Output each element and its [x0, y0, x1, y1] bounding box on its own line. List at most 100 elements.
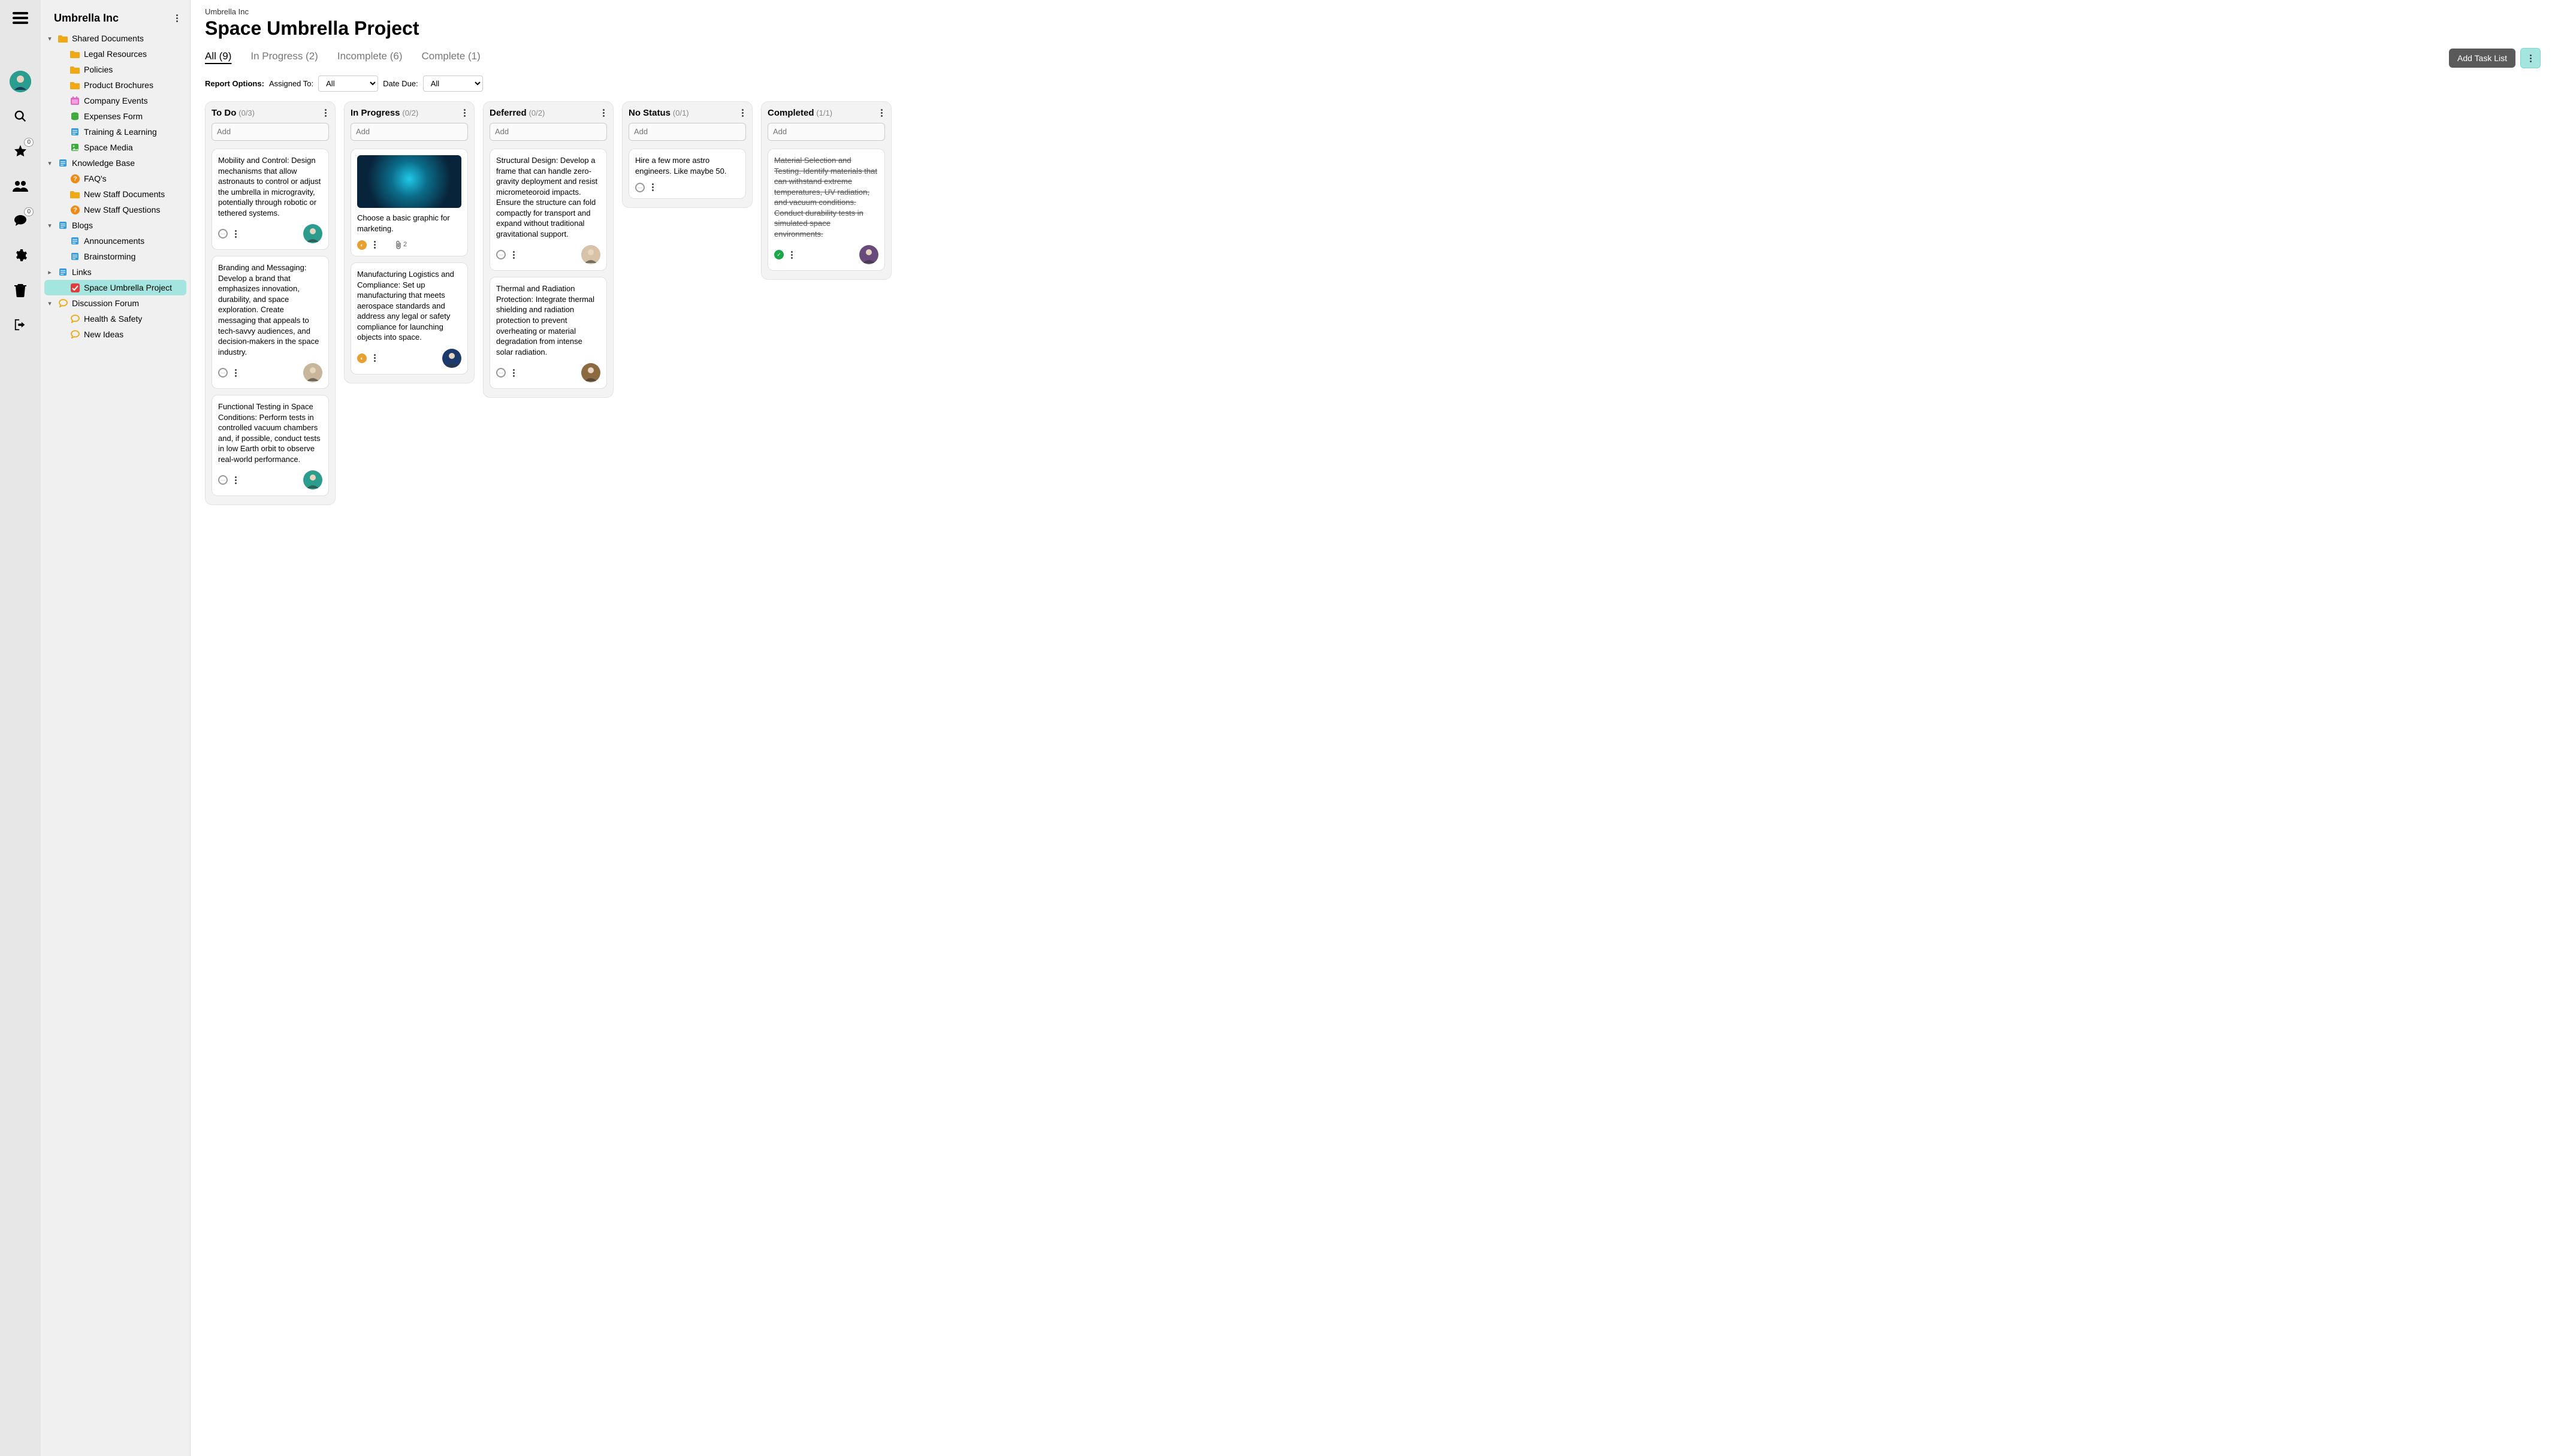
status-icon: ⋯ [635, 183, 645, 192]
folder-icon [70, 81, 80, 89]
column-title: Deferred [490, 108, 527, 118]
status-icon: ⋯ [496, 368, 506, 377]
filter-bar: Report Options: Assigned To: All Date Du… [205, 75, 2541, 92]
attachment-count: 2 [403, 240, 407, 249]
tree-node[interactable]: Company Events [41, 93, 190, 108]
tree-node[interactable]: ▾Shared Documents [41, 31, 190, 46]
menu-button[interactable] [8, 6, 32, 30]
column-menu-button[interactable] [600, 108, 607, 118]
tree-node[interactable]: ▸Links [41, 264, 190, 280]
card-menu-button[interactable] [650, 182, 656, 192]
trash-button[interactable] [8, 278, 32, 302]
task-card[interactable]: Branding and Messaging: Develop a brand … [212, 256, 329, 389]
org-menu-button[interactable] [174, 13, 180, 23]
favorites-button[interactable]: 0 [8, 139, 32, 163]
tree-node[interactable]: Product Brochures [41, 77, 190, 93]
tree-node[interactable]: Expenses Form [41, 108, 190, 124]
column-menu-button[interactable] [322, 108, 329, 118]
tree-node[interactable]: New Ideas [41, 327, 190, 342]
card-menu-button[interactable] [511, 250, 517, 260]
settings-button[interactable] [8, 243, 32, 267]
column-menu-button[interactable] [878, 108, 885, 118]
question-icon: ? [70, 174, 80, 183]
svg-text:?: ? [73, 176, 77, 183]
tree-node[interactable]: Space Umbrella Project [44, 280, 186, 295]
tree-node[interactable]: ▾ Discussion Forum [41, 295, 190, 311]
chat-icon [70, 315, 80, 323]
card-text: Hire a few more astro engineers. Like ma… [635, 155, 739, 176]
tree-node[interactable]: ▾Knowledge Base [41, 155, 190, 171]
status-icon: ◐ [357, 354, 367, 363]
assignee-avatar[interactable] [581, 245, 600, 264]
tab[interactable]: In Progress (2) [250, 50, 318, 62]
add-task-list-button[interactable]: Add Task List [2449, 49, 2515, 68]
add-task-input[interactable] [490, 123, 607, 141]
task-card[interactable]: Mobility and Control: Design mechanisms … [212, 149, 329, 250]
tab[interactable]: Complete (1) [422, 50, 481, 62]
card-menu-button[interactable] [232, 368, 239, 378]
assignee-avatar[interactable] [303, 470, 322, 490]
user-avatar[interactable] [8, 70, 32, 93]
card-menu-button[interactable] [372, 353, 378, 363]
date-due-select[interactable]: All [423, 75, 483, 92]
task-card[interactable]: Functional Testing in Space Conditions: … [212, 395, 329, 496]
card-menu-button[interactable] [372, 240, 378, 250]
assigned-to-select[interactable]: All [318, 75, 378, 92]
doc-icon [70, 128, 80, 136]
task-card[interactable]: Thermal and Radiation Protection: Integr… [490, 277, 607, 389]
people-button[interactable] [8, 174, 32, 198]
tree-node-label: Company Events [84, 96, 148, 105]
tree-node-label: Health & Safety [84, 314, 142, 324]
chat-button[interactable]: 0 [8, 209, 32, 232]
column-menu-button[interactable] [461, 108, 468, 118]
tree-node[interactable]: Health & Safety [41, 311, 190, 327]
tree-node[interactable]: Legal Resources [41, 46, 190, 62]
report-options-label: Report Options: [205, 79, 264, 88]
db-icon [70, 112, 80, 120]
card-menu-button[interactable] [232, 475, 239, 485]
add-task-input[interactable] [351, 123, 468, 141]
task-card[interactable]: Structural Design: Develop a frame that … [490, 149, 607, 271]
tree-node[interactable]: Space Media [41, 140, 190, 155]
main-content: Umbrella Inc Space Umbrella Project All … [191, 0, 2555, 1456]
caret-icon: ▾ [46, 300, 54, 307]
add-task-input[interactable] [629, 123, 746, 141]
folder-icon [70, 65, 80, 74]
card-menu-button[interactable] [232, 229, 239, 239]
card-menu-button[interactable] [789, 250, 795, 260]
assignee-avatar[interactable] [303, 363, 322, 382]
tree-node[interactable]: Announcements [41, 233, 190, 249]
board-menu-button[interactable] [2520, 48, 2541, 68]
task-card[interactable]: Hire a few more astro engineers. Like ma… [629, 149, 746, 199]
folder-icon [70, 190, 80, 198]
tab[interactable]: Incomplete (6) [337, 50, 403, 62]
task-card[interactable]: Material Selection and Testing. Identify… [768, 149, 885, 271]
column-menu-button[interactable] [739, 108, 746, 118]
assignee-avatar[interactable] [442, 349, 461, 368]
card-menu-button[interactable] [511, 368, 517, 378]
search-button[interactable] [8, 104, 32, 128]
tree-node[interactable]: ?New Staff Questions [41, 202, 190, 218]
column-title: No Status [629, 108, 671, 118]
task-card[interactable]: Choose a basic graphic for marketing.◐2 [351, 149, 468, 256]
task-card[interactable]: Manufacturing Logistics and Compliance: … [351, 262, 468, 374]
column-count: (1/1) [816, 108, 832, 117]
assignee-avatar[interactable] [581, 363, 600, 382]
tree-node[interactable]: ▾Blogs [41, 218, 190, 233]
tree-node-label: Training & Learning [84, 127, 157, 137]
tree-node[interactable]: ?FAQ's [41, 171, 190, 186]
tree-node[interactable]: Brainstorming [41, 249, 190, 264]
tree-node-label: Discussion Forum [72, 298, 139, 308]
assignee-avatar[interactable] [859, 245, 878, 264]
tree-node[interactable]: Training & Learning [41, 124, 190, 140]
assignee-avatar[interactable] [303, 224, 322, 243]
tab[interactable]: All (9) [205, 50, 231, 62]
add-task-input[interactable] [768, 123, 885, 141]
chat-icon [70, 330, 80, 339]
question-icon: ? [70, 206, 80, 215]
tree-node[interactable]: New Staff Documents [41, 186, 190, 202]
column-title: To Do [212, 108, 236, 118]
logout-button[interactable] [8, 313, 32, 337]
tree-node[interactable]: Policies [41, 62, 190, 77]
add-task-input[interactable] [212, 123, 329, 141]
